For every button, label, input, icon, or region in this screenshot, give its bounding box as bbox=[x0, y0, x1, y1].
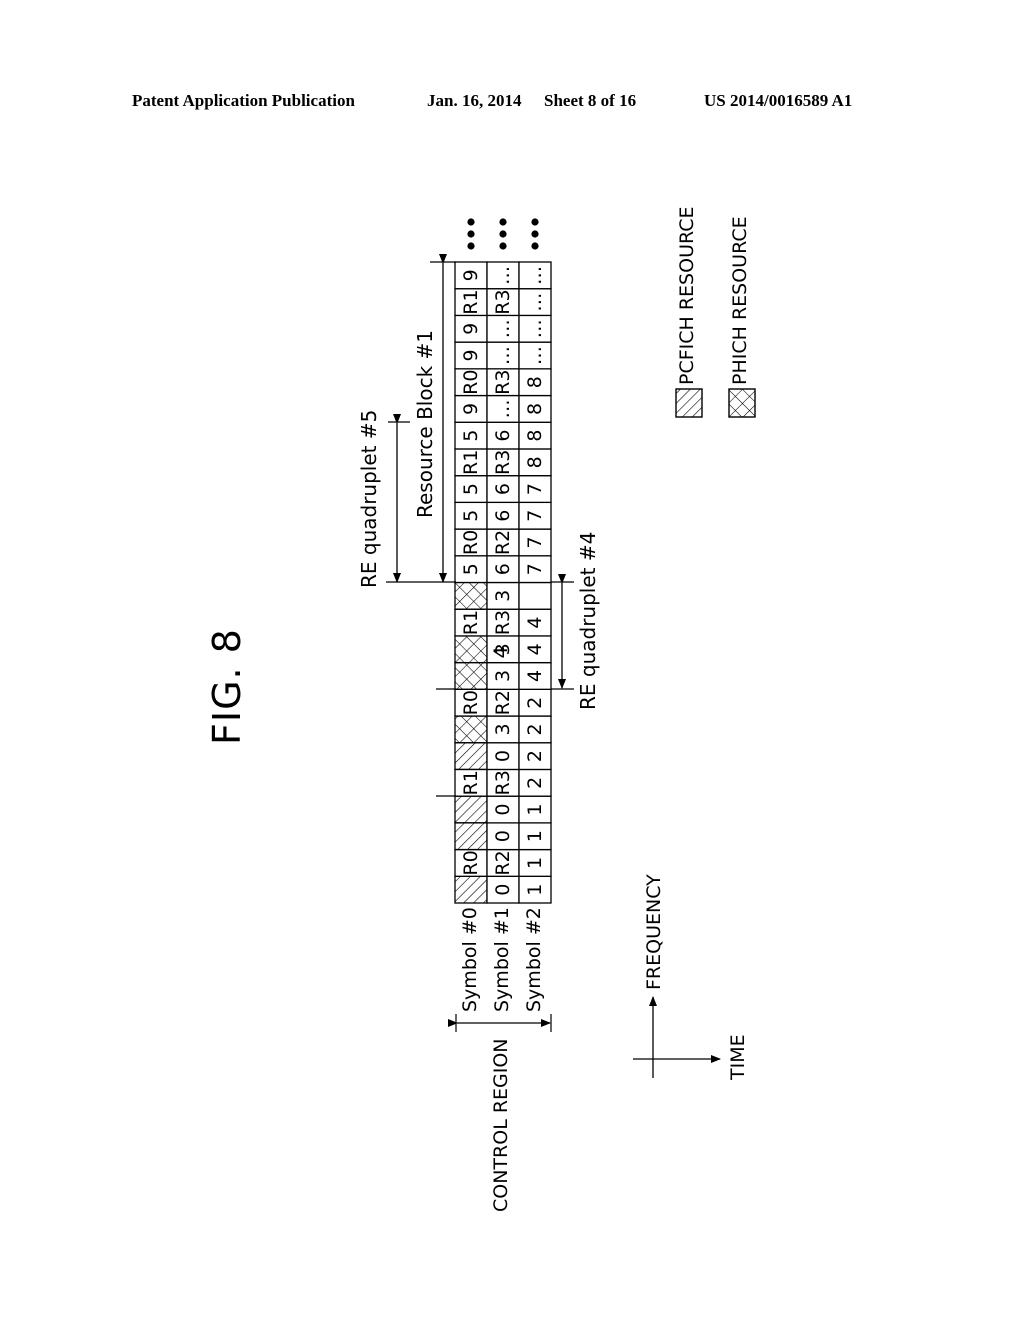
continuation-dot bbox=[467, 242, 475, 250]
figure-title: FIG. 8 bbox=[205, 628, 249, 745]
reference-signal-label: R2 bbox=[492, 690, 514, 715]
overlap-glyph: 4 bbox=[490, 646, 512, 658]
reg-index-label: 4 bbox=[524, 670, 546, 682]
reg-index-label: 2 bbox=[524, 723, 546, 735]
reg-index-label: 5 bbox=[460, 563, 482, 575]
pcfich-cell bbox=[454, 795, 488, 824]
reg-index-label: 7 bbox=[524, 536, 546, 548]
reg-index-label: … bbox=[492, 319, 514, 338]
reg-index-label: 1 bbox=[524, 803, 546, 815]
control-region-label: CONTROL REGION bbox=[490, 1038, 512, 1212]
reference-signal-label: R1 bbox=[460, 770, 482, 795]
reg-index-label: … bbox=[524, 346, 546, 365]
reg-index-label: 2 bbox=[524, 750, 546, 762]
reg-index-label: 0 bbox=[492, 830, 514, 842]
reg-index-label: 4 bbox=[524, 617, 546, 629]
reg-index-label: 2 bbox=[524, 777, 546, 789]
continuation-dot bbox=[467, 218, 475, 226]
reg-index-label: 9 bbox=[460, 269, 482, 281]
reg-index-label: … bbox=[524, 319, 546, 338]
reg-index-label: … bbox=[524, 266, 546, 285]
reference-signal-label: R3 bbox=[492, 289, 514, 314]
re-quadruplet-4-label: RE quadruplet #4 bbox=[576, 531, 600, 710]
reg-index-label: 3 bbox=[492, 590, 514, 602]
reg-index-label: 6 bbox=[492, 483, 514, 495]
reg-index-label: 0 bbox=[492, 750, 514, 762]
reg-index-label: 0 bbox=[492, 803, 514, 815]
reg-index-label: 2 bbox=[524, 697, 546, 709]
continuation-dot bbox=[499, 242, 507, 250]
reg-index-label: 8 bbox=[524, 376, 546, 388]
continuation-dot bbox=[531, 242, 539, 250]
legend-pcfich-swatch bbox=[675, 388, 703, 418]
reference-signal-label: R0 bbox=[460, 530, 482, 555]
reg-index-label: 9 bbox=[460, 349, 482, 361]
reg-index-label: … bbox=[492, 399, 514, 418]
reference-signal-label: R0 bbox=[460, 690, 482, 715]
continuation-dot bbox=[531, 218, 539, 226]
resource-block-1-label: Resource Block #1 bbox=[413, 329, 437, 518]
pcfich-cell bbox=[454, 742, 488, 771]
reg-index-label: 5 bbox=[460, 483, 482, 495]
symbol-2-label: Symbol #2 bbox=[523, 907, 545, 1012]
reg-index-label: 7 bbox=[524, 483, 546, 495]
reg-index-label: 1 bbox=[524, 884, 546, 896]
re-cell bbox=[518, 581, 552, 610]
continuation-dot bbox=[499, 218, 507, 226]
grid-layer: R0R1R0R15R055R159R099R190R200R303R233R33… bbox=[454, 261, 552, 904]
legend-pcfich-label: PCFICH RESOURCE bbox=[676, 206, 698, 385]
legend-phich-swatch bbox=[728, 388, 756, 418]
reg-index-label: … bbox=[492, 346, 514, 365]
reg-index-label: 6 bbox=[492, 510, 514, 522]
reg-index-label: 1 bbox=[524, 857, 546, 869]
reference-signal-label: R1 bbox=[460, 610, 482, 635]
reference-signal-label: R3 bbox=[492, 450, 514, 475]
resource-grid-diagram: R0R1R0R15R055R159R099R190R200R303R233R33… bbox=[386, 218, 756, 1078]
reference-signal-label: R1 bbox=[460, 450, 482, 475]
reg-index-label: 6 bbox=[492, 430, 514, 442]
reference-signal-label: R1 bbox=[460, 289, 482, 314]
reg-index-label: 0 bbox=[492, 884, 514, 896]
phich-cell bbox=[454, 581, 488, 610]
phich-cell bbox=[454, 715, 488, 744]
reg-index-label: 7 bbox=[524, 563, 546, 575]
reg-index-label: 8 bbox=[524, 456, 546, 468]
reg-index-label: 6 bbox=[492, 563, 514, 575]
phich-cell bbox=[454, 661, 488, 690]
reg-index-label: … bbox=[524, 293, 546, 312]
continuation-dot bbox=[499, 230, 507, 238]
continuation-dots bbox=[467, 218, 539, 250]
continuation-dot bbox=[531, 230, 539, 238]
pcfich-cell bbox=[454, 822, 488, 851]
reg-index-label: 7 bbox=[524, 510, 546, 522]
re-quadruplet-5-label: RE quadruplet #5 bbox=[357, 409, 381, 588]
frequency-axis-label: FREQUENCY bbox=[643, 874, 665, 990]
reg-index-label: 9 bbox=[460, 323, 482, 335]
reference-signal-label: R2 bbox=[492, 850, 514, 875]
reg-index-label: 8 bbox=[524, 430, 546, 442]
reg-index-label: 3 bbox=[492, 670, 514, 682]
legend-phich-label: PHICH RESOURCE bbox=[729, 216, 751, 385]
symbol-0-label: Symbol #0 bbox=[459, 907, 481, 1012]
continuation-dot bbox=[467, 230, 475, 238]
reg-index-label: … bbox=[492, 266, 514, 285]
reference-signal-label: R3 bbox=[492, 370, 514, 395]
reg-index-label: 3 bbox=[492, 723, 514, 735]
reg-index-label: 4 bbox=[524, 643, 546, 655]
annotation-lines bbox=[386, 254, 756, 1078]
reg-index-label: 9 bbox=[460, 403, 482, 415]
time-axis-label: TIME bbox=[727, 1034, 749, 1080]
reference-signal-label: R0 bbox=[460, 850, 482, 875]
reg-index-label: 8 bbox=[524, 403, 546, 415]
reg-index-label: 5 bbox=[460, 430, 482, 442]
reference-signal-label: R0 bbox=[460, 370, 482, 395]
reference-signal-label: R3 bbox=[492, 770, 514, 795]
phich-cell bbox=[454, 635, 488, 664]
reference-signal-label: R2 bbox=[492, 530, 514, 555]
symbol-1-label: Symbol #1 bbox=[491, 907, 513, 1012]
pcfich-cell bbox=[454, 875, 488, 904]
reg-index-label: 1 bbox=[524, 830, 546, 842]
reg-index-label: 5 bbox=[460, 510, 482, 522]
reference-signal-label: R3 bbox=[492, 610, 514, 635]
